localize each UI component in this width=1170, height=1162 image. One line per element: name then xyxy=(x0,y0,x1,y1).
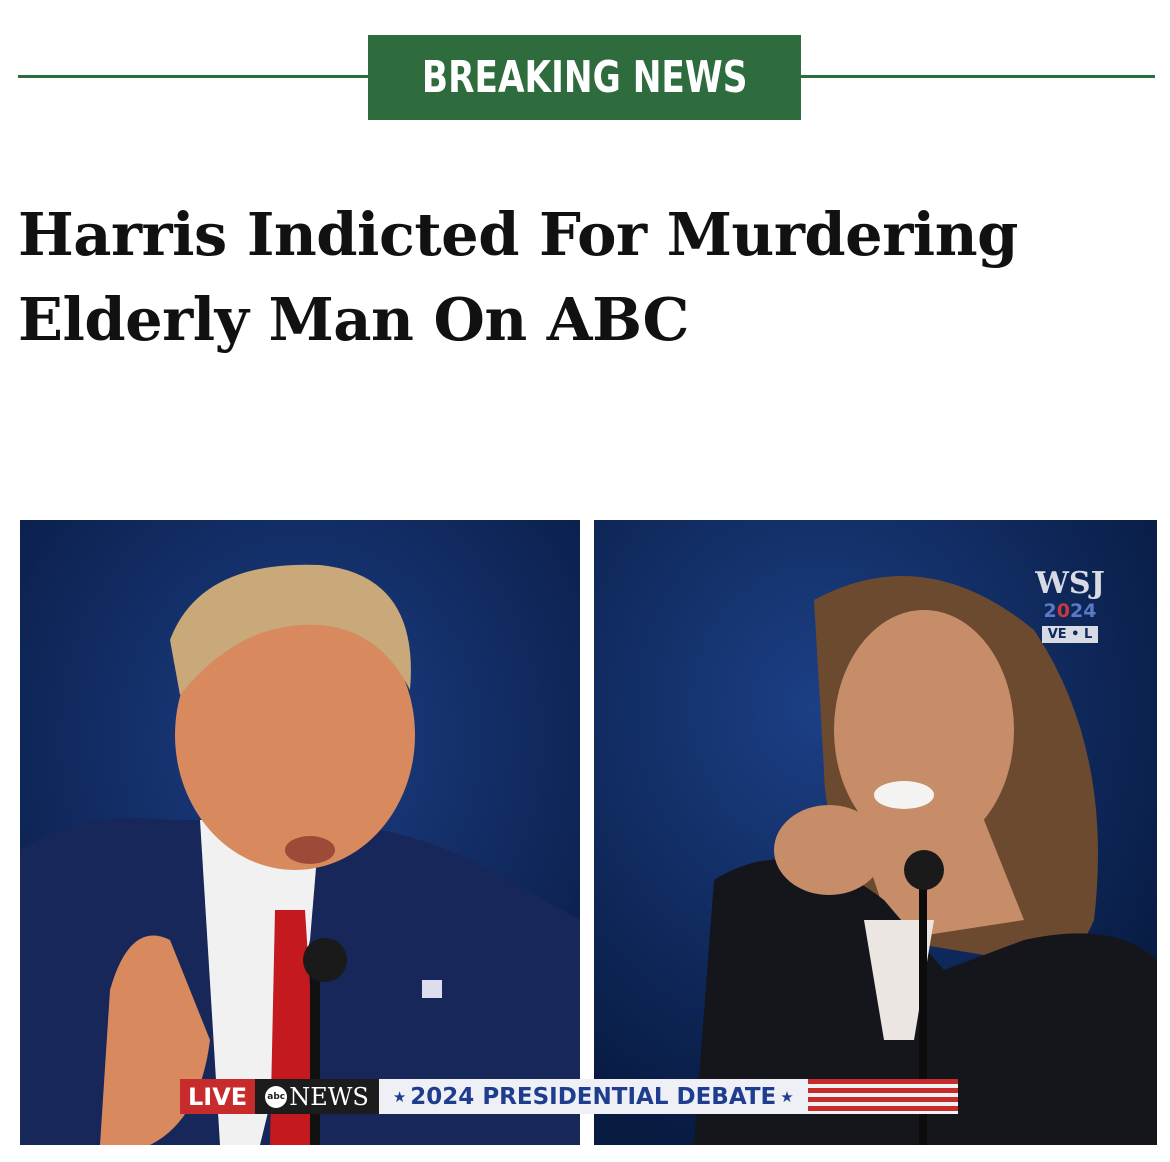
broadcast-ticker: LIVE abc NEWS ★ 2024 PRESIDENTIAL DEBATE… xyxy=(180,1079,958,1114)
headline: Harris Indicted For Murdering Elderly Ma… xyxy=(18,192,1158,362)
flag-stripes xyxy=(807,1079,958,1114)
watermark-live-tag: VE • L xyxy=(1041,626,1099,643)
live-badge: LIVE xyxy=(180,1079,256,1114)
debate-title: 2024 PRESIDENTIAL DEBATE xyxy=(410,1083,777,1110)
debate-title-bar: ★ 2024 PRESIDENTIAL DEBATE ★ xyxy=(378,1079,808,1114)
wsj-logo: WSJ xyxy=(1035,566,1105,601)
banner-rule-left xyxy=(18,75,370,78)
debate-photo-left xyxy=(20,520,580,1145)
wsj-2024-watermark: WSJ 2024 VE • L xyxy=(1035,568,1105,643)
abc-circle-icon: abc xyxy=(265,1085,288,1108)
headline-line-1: Harris Indicted For Murdering xyxy=(18,200,1018,269)
trump-illustration xyxy=(20,520,580,1145)
headline-line-2: Elderly Man On ABC xyxy=(18,285,690,354)
network-label: NEWS xyxy=(289,1082,369,1111)
star-icon: ★ xyxy=(392,1087,407,1106)
watermark-year: 2024 xyxy=(1043,600,1097,622)
breaking-news-badge: BREAKING NEWS xyxy=(368,35,801,120)
star-icon: ★ xyxy=(780,1087,794,1106)
breaking-news-banner: BREAKING NEWS xyxy=(18,35,1155,120)
abc-news-logo: abc NEWS xyxy=(255,1079,379,1114)
debate-photo-right: WSJ 2024 VE • L xyxy=(594,520,1157,1145)
banner-rule-right xyxy=(799,75,1155,78)
